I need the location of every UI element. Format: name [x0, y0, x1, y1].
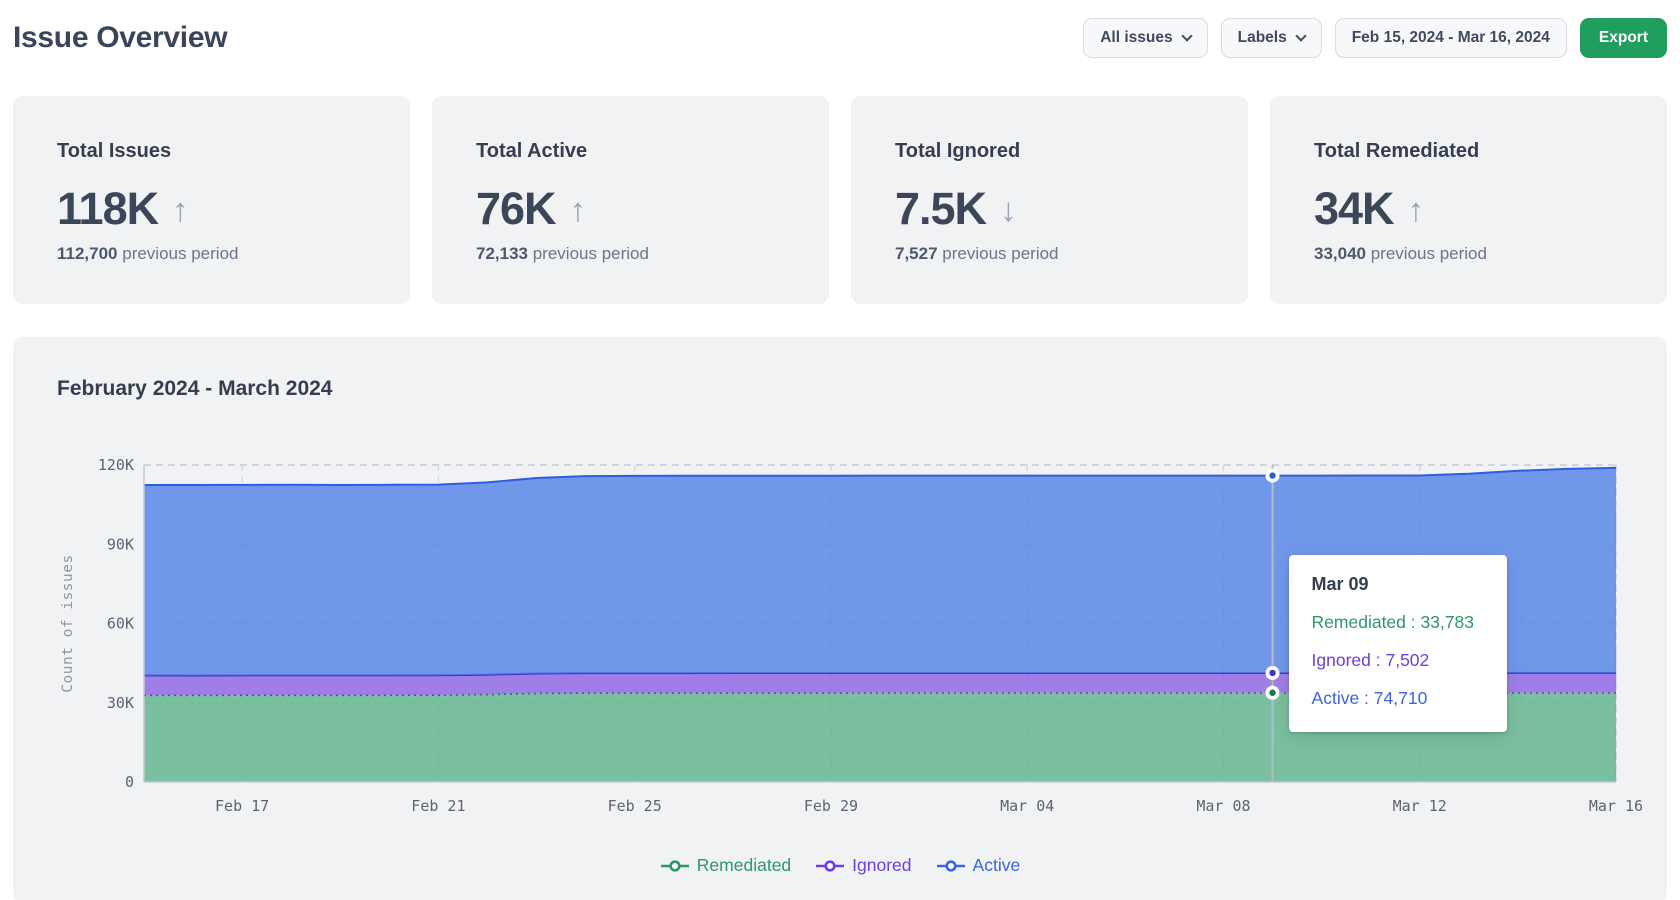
svg-text:Mar 16: Mar 16	[1589, 797, 1643, 815]
svg-text:Feb 25: Feb 25	[608, 797, 662, 815]
chevron-down-icon	[1181, 30, 1192, 41]
stat-value: 34K	[1314, 183, 1394, 235]
stat-label: Total Remediated	[1314, 140, 1623, 163]
stat-previous-value: 7,527	[895, 244, 938, 263]
svg-text:Mar 08: Mar 08	[1196, 797, 1250, 815]
stat-previous-suffix: previous period	[938, 244, 1059, 263]
svg-text:30K: 30K	[107, 694, 134, 712]
stat-previous-period: 33,040 previous period	[1314, 244, 1623, 264]
legend-label: Active	[973, 855, 1021, 876]
svg-text:0: 0	[125, 773, 134, 791]
legend-marker-icon	[936, 860, 966, 872]
stat-label: Total Ignored	[895, 140, 1204, 163]
svg-text:Feb 17: Feb 17	[215, 797, 269, 815]
tooltip-row: Ignored : 7,502	[1312, 650, 1484, 671]
legend-marker-icon	[660, 860, 690, 872]
stat-value: 76K	[476, 183, 556, 235]
stat-card-total-issues: Total Issues 118K ↑ 112,700 previous per…	[13, 96, 410, 304]
stat-label: Total Issues	[57, 140, 366, 163]
svg-text:Count of issues: Count of issues	[60, 554, 76, 692]
stat-previous-period: 72,133 previous period	[476, 244, 785, 264]
trend-up-icon: ↑	[1408, 193, 1425, 226]
top-bar: Issue Overview All issues Labels Feb 15,…	[13, 16, 1667, 60]
legend-marker-icon	[815, 860, 845, 872]
stat-previous-suffix: previous period	[1366, 244, 1487, 263]
page-title: Issue Overview	[13, 21, 227, 55]
stat-card-total-remediated: Total Remediated 34K ↑ 33,040 previous p…	[1270, 96, 1667, 304]
trend-down-icon: ↓	[1000, 193, 1017, 226]
issues-chart-card: February 2024 - March 2024 030K60K90K120…	[13, 337, 1667, 900]
trend-up-icon: ↑	[172, 193, 189, 226]
stat-previous-value: 112,700	[57, 244, 118, 263]
svg-text:60K: 60K	[107, 615, 134, 633]
dashboard-page: Issue Overview All issues Labels Feb 15,…	[0, 0, 1680, 900]
date-range-label: Feb 15, 2024 - Mar 16, 2024	[1352, 29, 1550, 47]
legend-item-active[interactable]: Active	[936, 855, 1021, 876]
svg-text:90K: 90K	[107, 535, 134, 553]
labels-dropdown-label: Labels	[1238, 29, 1287, 47]
chart-legend: Remediated Ignored Active	[13, 855, 1667, 876]
stats-row: Total Issues 118K ↑ 112,700 previous per…	[13, 96, 1667, 304]
stat-previous-period: 7,527 previous period	[895, 244, 1204, 264]
header-controls: All issues Labels Feb 15, 2024 - Mar 16,…	[1083, 18, 1667, 58]
stat-value: 7.5K	[895, 183, 986, 235]
legend-label: Ignored	[852, 855, 911, 876]
all-issues-dropdown[interactable]: All issues	[1083, 18, 1207, 58]
svg-text:Mar 04: Mar 04	[1000, 797, 1054, 815]
export-button[interactable]: Export	[1580, 18, 1667, 58]
stat-value: 118K	[57, 183, 158, 235]
stat-previous-suffix: previous period	[118, 244, 239, 263]
stat-label: Total Active	[476, 140, 785, 163]
tooltip-date: Mar 09	[1312, 574, 1484, 595]
stat-card-total-active: Total Active 76K ↑ 72,133 previous perio…	[432, 96, 829, 304]
stat-previous-value: 33,040	[1314, 244, 1366, 263]
stat-previous-period: 112,700 previous period	[57, 244, 366, 264]
svg-text:Feb 21: Feb 21	[411, 797, 465, 815]
chevron-down-icon	[1295, 30, 1306, 41]
date-range-picker[interactable]: Feb 15, 2024 - Mar 16, 2024	[1335, 18, 1567, 58]
stat-previous-suffix: previous period	[528, 244, 649, 263]
svg-text:120K: 120K	[98, 456, 134, 474]
legend-item-remediated[interactable]: Remediated	[660, 855, 791, 876]
tooltip-row: Active : 74,710	[1312, 688, 1484, 709]
chart-tooltip: Mar 09 Remediated : 33,783 Ignored : 7,5…	[1289, 555, 1507, 732]
labels-dropdown[interactable]: Labels	[1221, 18, 1322, 58]
legend-item-ignored[interactable]: Ignored	[815, 855, 911, 876]
stat-card-total-ignored: Total Ignored 7.5K ↓ 7,527 previous peri…	[851, 96, 1248, 304]
trend-up-icon: ↑	[570, 193, 587, 226]
svg-text:Mar 12: Mar 12	[1393, 797, 1447, 815]
svg-text:Feb 29: Feb 29	[804, 797, 858, 815]
stat-previous-value: 72,133	[476, 244, 528, 263]
tooltip-row: Remediated : 33,783	[1312, 612, 1484, 633]
legend-label: Remediated	[697, 855, 791, 876]
all-issues-dropdown-label: All issues	[1100, 29, 1172, 47]
